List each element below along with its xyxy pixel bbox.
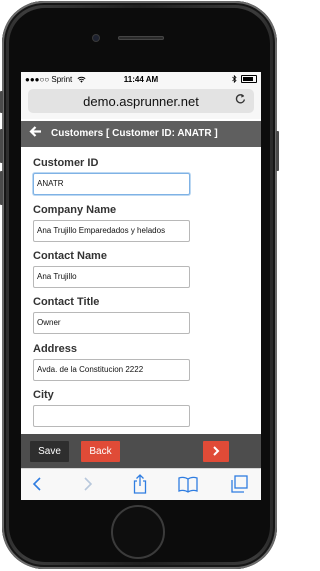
- volume-down-button: [0, 171, 3, 205]
- company-name-input[interactable]: Ana Trujillo Emparedados y helados: [33, 220, 190, 242]
- browser-address-area: demo.asprunner.net: [21, 88, 261, 119]
- field-label: Contact Name: [33, 250, 107, 262]
- status-bar: ●●●○○ Sprint 11:44 AM: [21, 72, 261, 88]
- address-input[interactable]: Avda. de la Constitucion 2222: [33, 359, 190, 381]
- earpiece-speaker: [118, 36, 164, 40]
- save-button[interactable]: Save: [30, 441, 69, 462]
- customer-id-input[interactable]: ANATR: [33, 173, 190, 195]
- home-button[interactable]: [111, 505, 165, 559]
- address-bar[interactable]: demo.asprunner.net: [28, 89, 254, 113]
- reload-icon[interactable]: [235, 93, 246, 108]
- page-header: Customers [ Customer ID: ANATR ]: [21, 121, 261, 147]
- contact-name-input[interactable]: Ana Trujillo: [33, 266, 190, 288]
- browser-forward-icon[interactable]: [76, 473, 98, 495]
- tabs-icon[interactable]: [228, 473, 250, 495]
- power-button: [276, 131, 279, 171]
- mute-switch: [0, 91, 3, 113]
- field-contact-name: Contact Name Ana Trujillo: [33, 249, 253, 288]
- field-label: Company Name: [33, 204, 117, 216]
- battery-icon: [241, 75, 257, 83]
- field-contact-title: Contact Title Owner: [33, 295, 253, 334]
- page-title: Customers [ Customer ID: ANATR ]: [51, 128, 218, 139]
- phone-screen: ●●●○○ Sprint 11:44 AM demo.asprunner.net: [21, 72, 261, 500]
- field-address: Address Avda. de la Constitucion 2222: [33, 342, 253, 381]
- status-right: [232, 75, 257, 83]
- chevron-right-icon: [213, 446, 220, 456]
- back-button[interactable]: Back: [81, 441, 120, 462]
- url-text: demo.asprunner.net: [83, 94, 199, 109]
- field-customer-id: Customer ID ANATR: [33, 156, 253, 195]
- edit-form: Customer ID ANATR Company Name Ana Truji…: [21, 147, 261, 434]
- city-input[interactable]: [33, 405, 190, 427]
- bluetooth-icon: [232, 75, 237, 83]
- next-record-button[interactable]: [203, 441, 229, 462]
- arrow-left-icon[interactable]: [29, 125, 42, 141]
- front-camera: [93, 35, 99, 41]
- browser-back-icon[interactable]: [27, 473, 49, 495]
- bookmarks-icon[interactable]: [177, 473, 199, 495]
- field-label: Address: [33, 343, 78, 355]
- field-company-name: Company Name Ana Trujillo Emparedados y …: [33, 203, 253, 242]
- share-icon[interactable]: [129, 473, 151, 495]
- browser-toolbar: [21, 468, 261, 500]
- contact-title-input[interactable]: Owner: [33, 312, 190, 334]
- field-label: Contact Title: [33, 296, 100, 308]
- field-label: City: [33, 389, 54, 401]
- volume-up-button: [0, 129, 3, 163]
- field-label: Customer ID: [33, 157, 99, 169]
- field-city: City: [33, 388, 253, 427]
- status-time: 11:44 AM: [123, 75, 159, 84]
- action-bar: Save Back: [21, 434, 261, 468]
